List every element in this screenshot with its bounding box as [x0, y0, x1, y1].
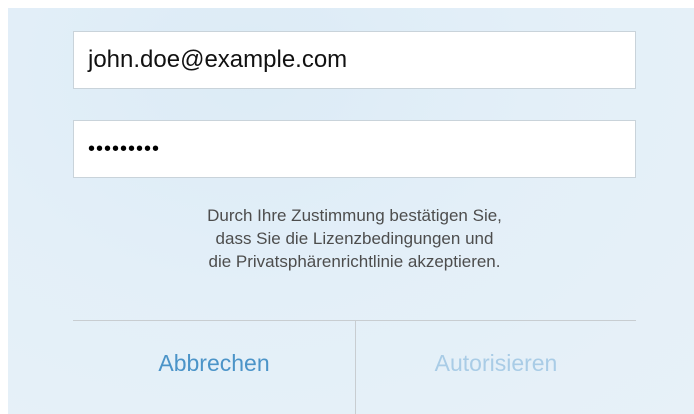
password-field[interactable]: ••••••••• [73, 120, 636, 178]
consent-line: dass Sie die Lizenzbedingungen und [215, 229, 494, 248]
password-value: ••••••••• [88, 137, 161, 160]
consent-text: Durch Ihre Zustimmung bestätigen Sie, da… [73, 204, 636, 273]
email-field[interactable]: john.doe@example.com [73, 31, 636, 89]
authorization-dialog: john.doe@example.com ••••••••• Durch Ihr… [0, 0, 694, 414]
cancel-button[interactable]: Abbrechen [73, 322, 355, 404]
consent-line: die Privatsphärenrichtlinie akzeptieren. [208, 252, 501, 271]
email-value: john.doe@example.com [88, 46, 348, 73]
consent-line: Durch Ihre Zustimmung bestätigen Sie, [207, 206, 502, 225]
authorize-button[interactable]: Autorisieren [356, 322, 636, 404]
